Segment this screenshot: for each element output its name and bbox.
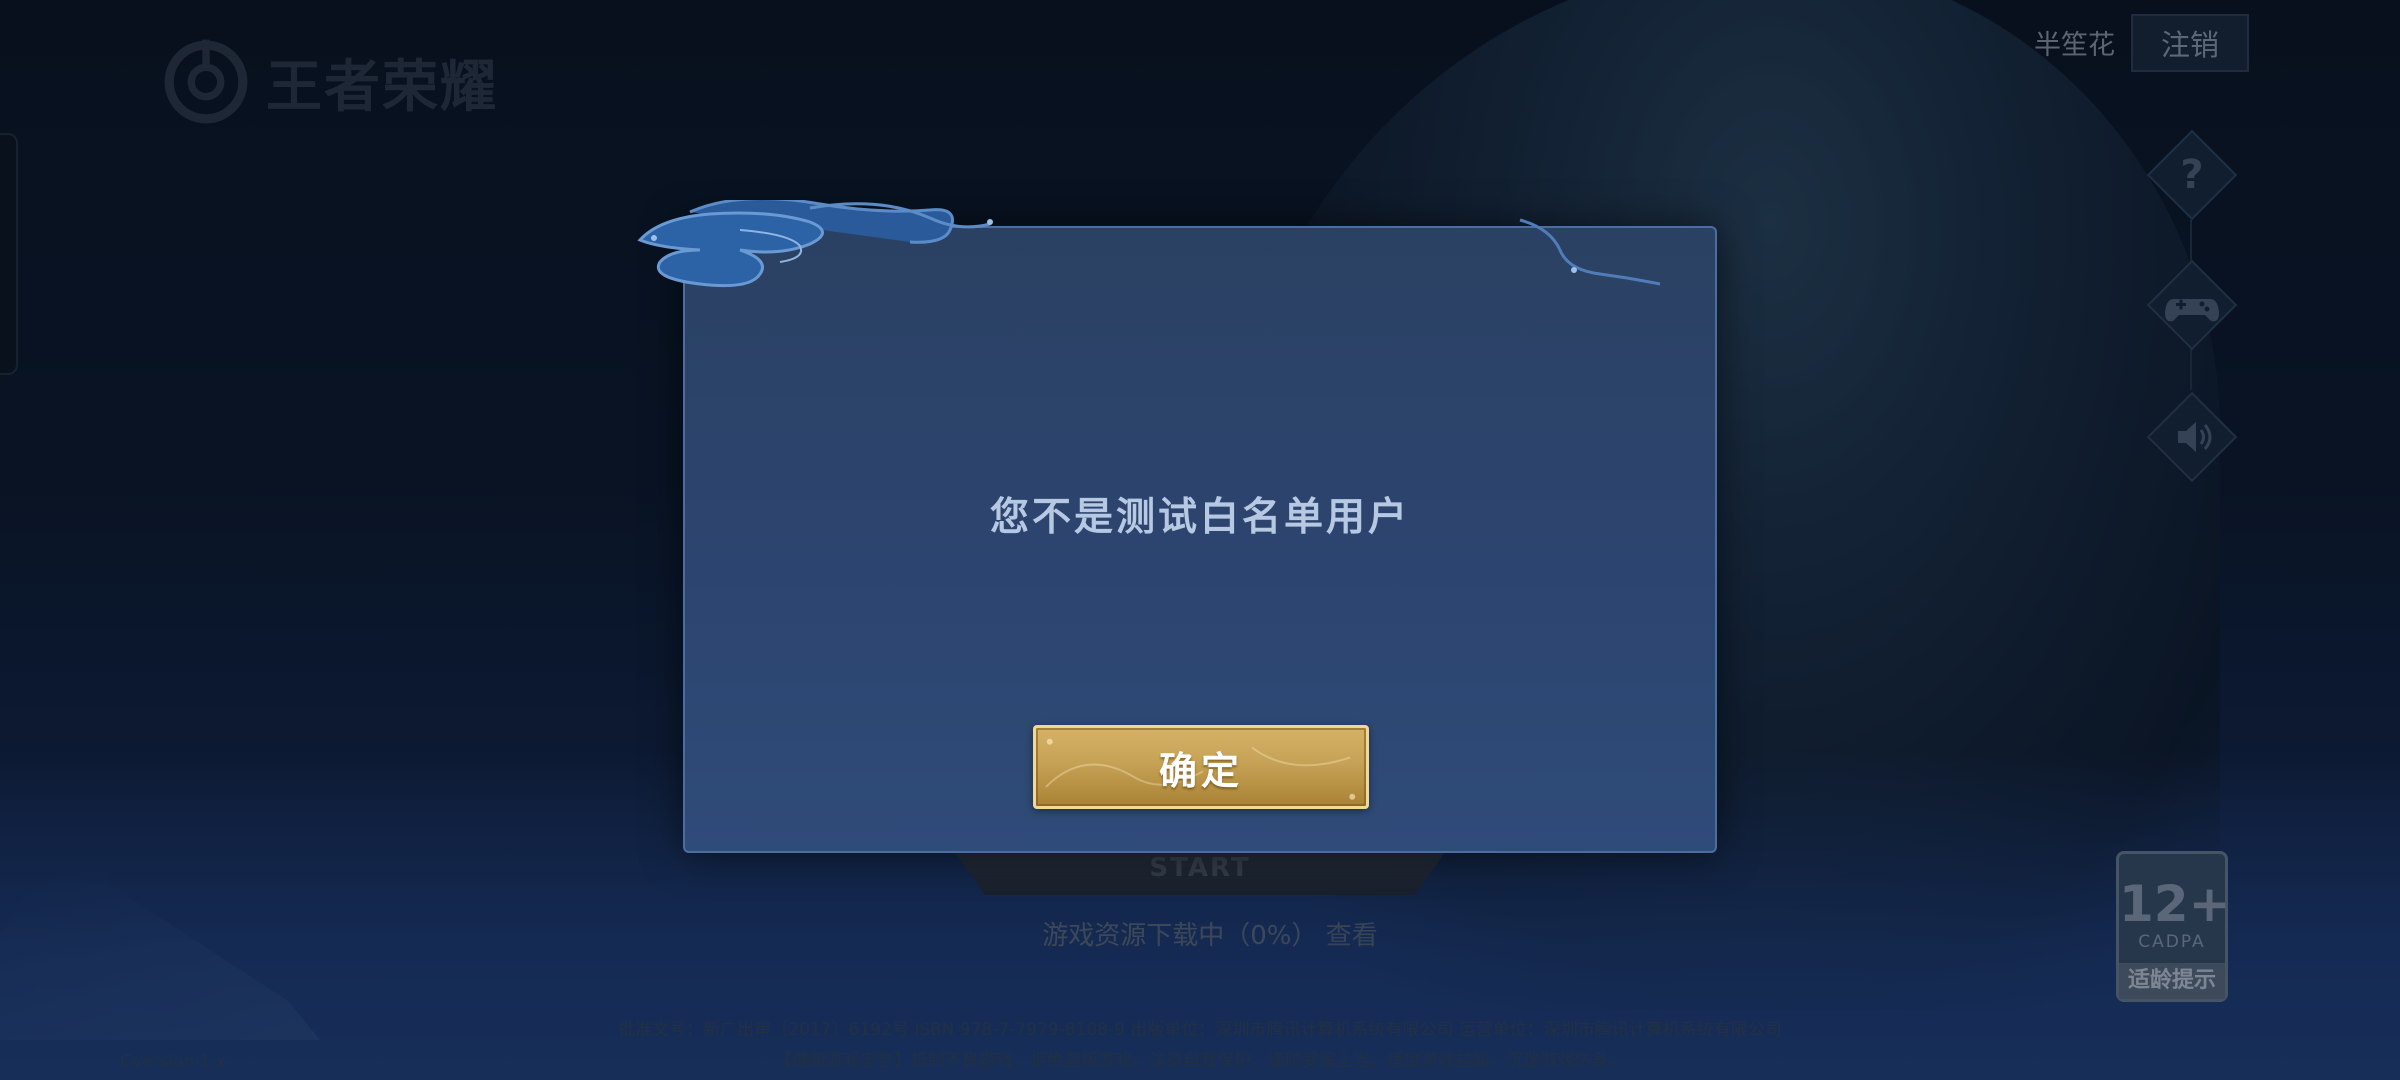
dialog-message: 您不是测试白名单用户 <box>989 495 1410 540</box>
confirm-button-label: 确定 <box>1158 748 1243 793</box>
confirm-button[interactable]: 确定 <box>1033 725 1369 809</box>
whitelist-dialog: 您不是测试白名单用户 确定 <box>683 226 1717 853</box>
